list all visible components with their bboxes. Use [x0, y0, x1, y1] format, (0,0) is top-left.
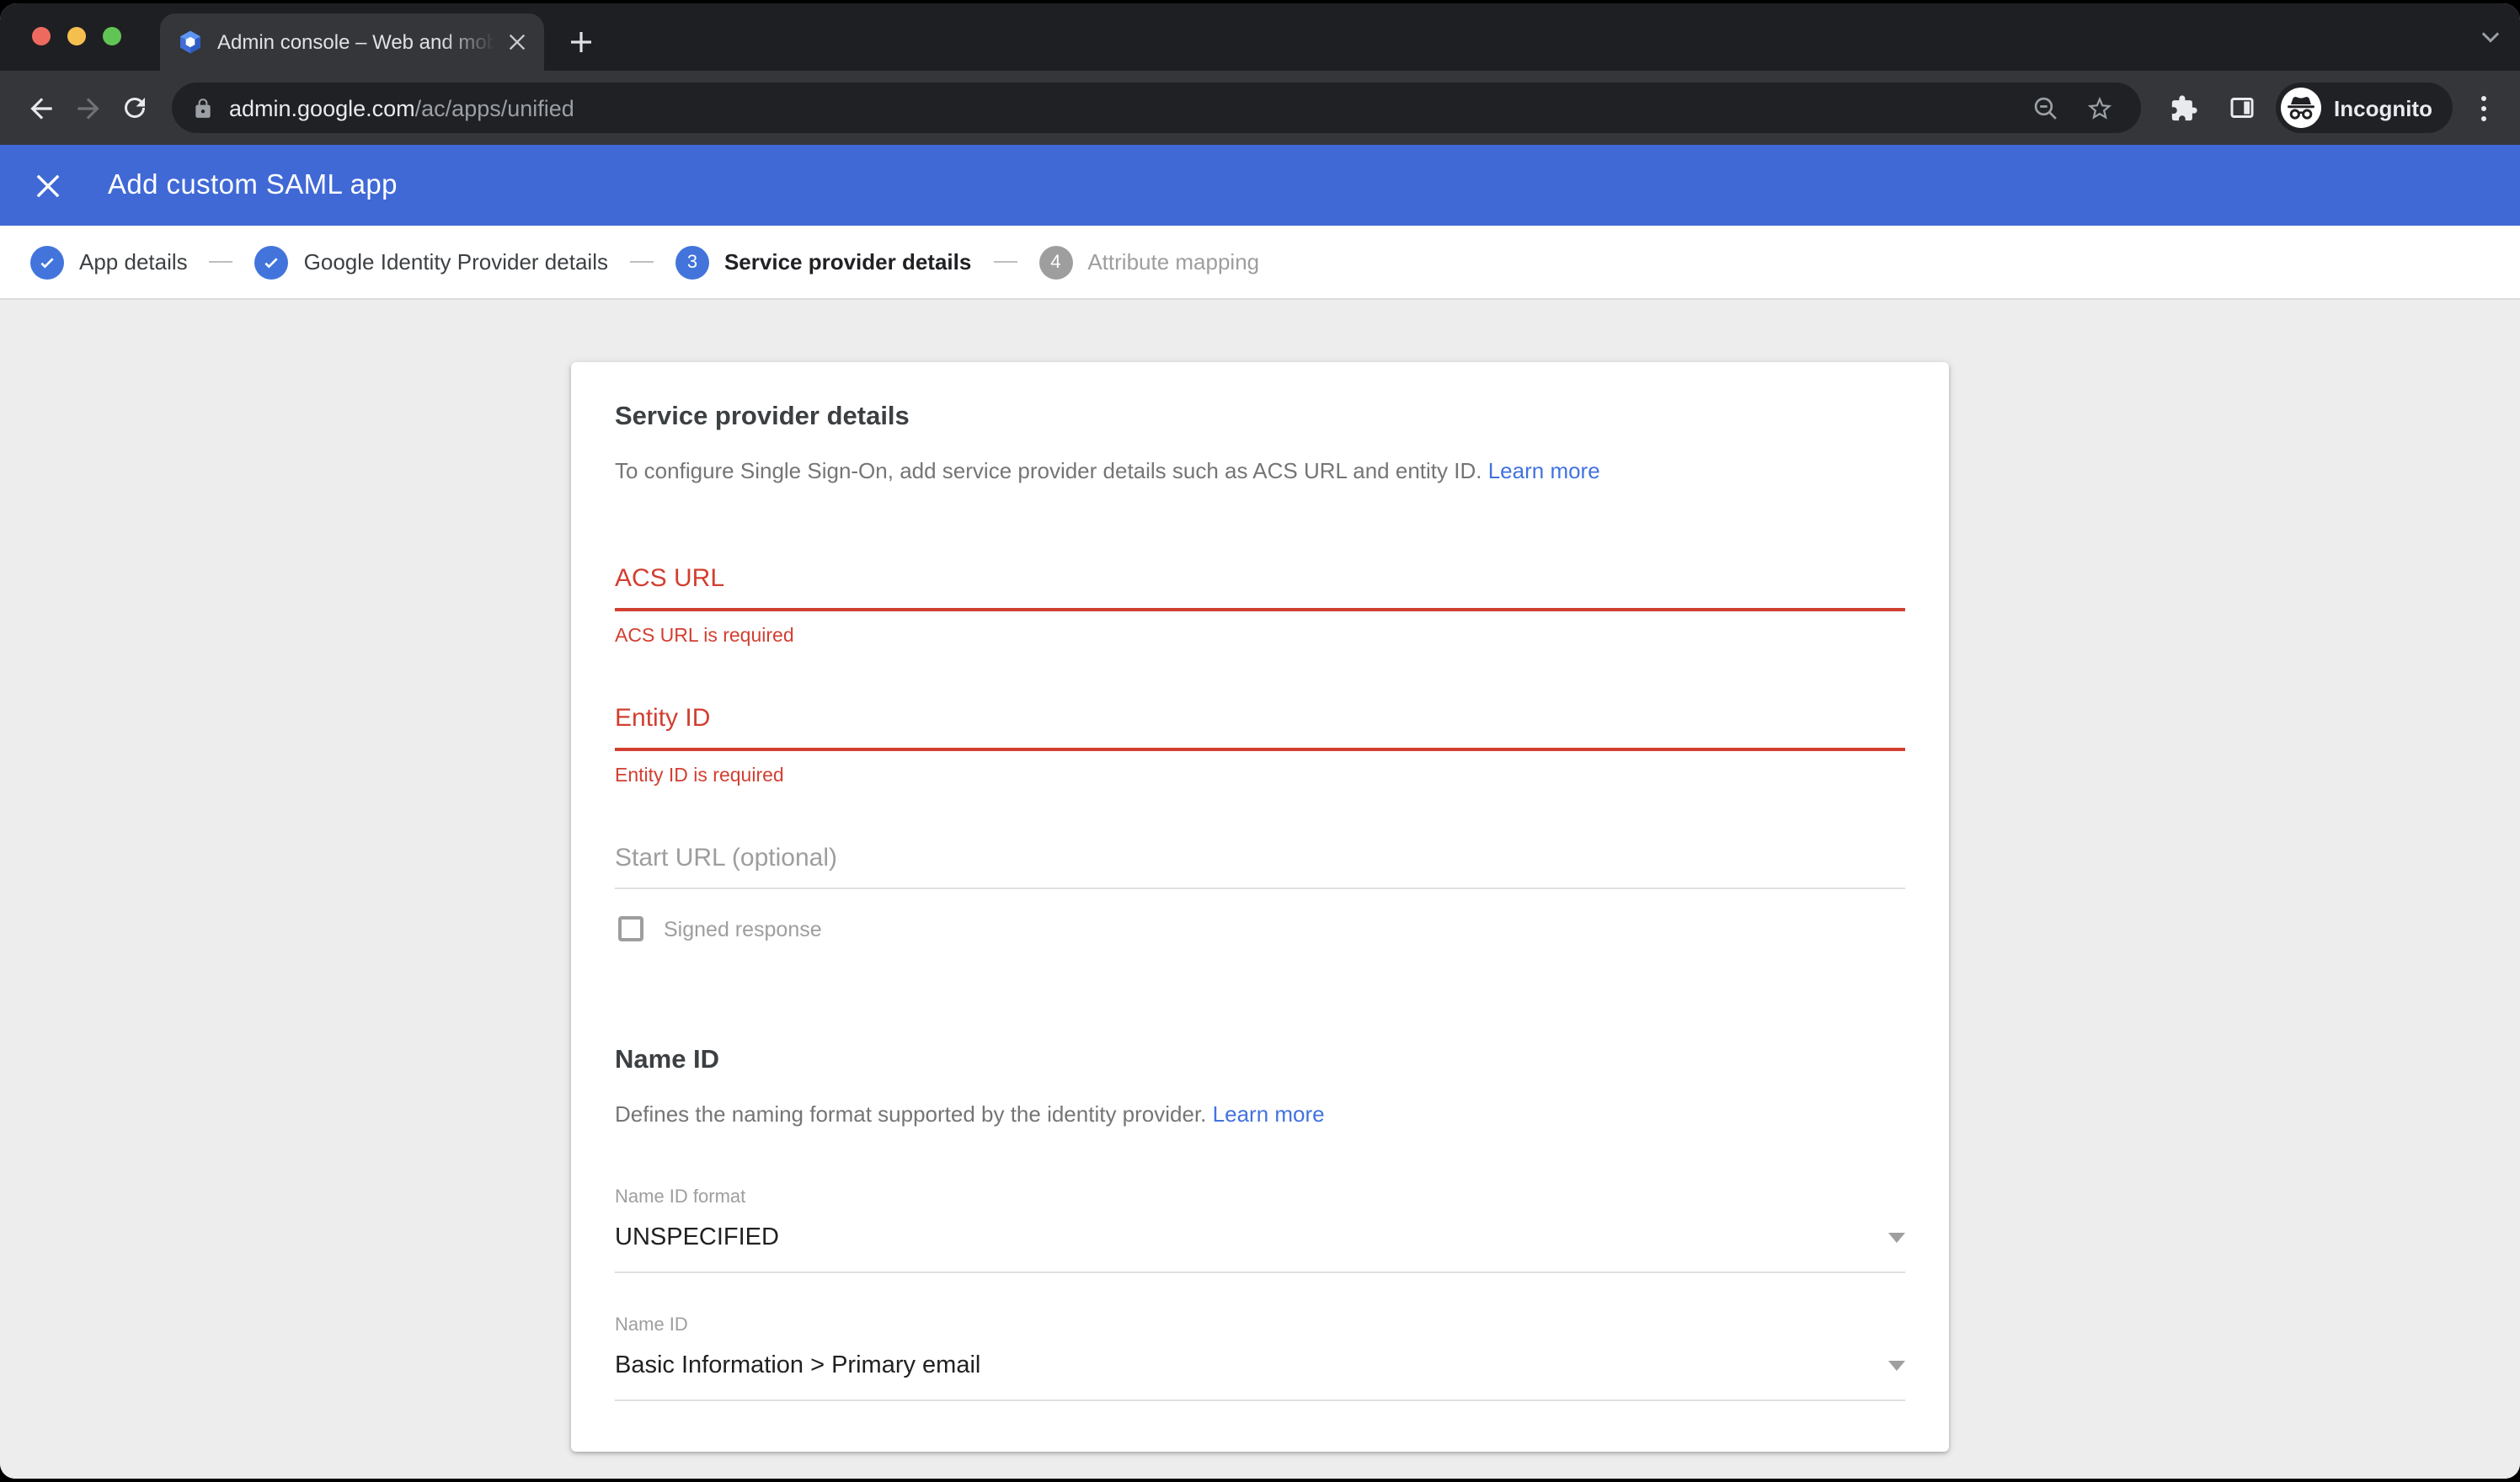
incognito-label: Incognito	[2334, 95, 2432, 120]
name-id-format-value: UNSPECIFIED	[615, 1224, 779, 1251]
service-provider-card: Service provider details To configure Si…	[571, 362, 1949, 1452]
extensions-puzzle-icon[interactable]	[2160, 84, 2208, 131]
dropdown-caret-icon	[1888, 1361, 1905, 1371]
incognito-profile-badge[interactable]: Incognito	[2275, 83, 2453, 133]
bookmark-star-icon[interactable]	[2080, 88, 2120, 128]
entity-id-error: Entity ID is required	[615, 766, 1905, 786]
signed-response-checkbox[interactable]	[618, 916, 643, 941]
wizard-stepper: App details Google Identity Provider det…	[0, 226, 2520, 300]
name-id-description: Defines the naming format supported by t…	[615, 1101, 1905, 1127]
step-label: Service provider details	[724, 249, 971, 275]
field-underline	[615, 608, 1905, 611]
field-underline	[615, 1271, 1905, 1273]
screen: Admin console – Web and mob	[0, 3, 2520, 1482]
field-underline	[615, 1399, 1905, 1401]
browser-window: Admin console – Web and mob	[0, 3, 2520, 1479]
window-controls	[32, 27, 121, 45]
step-label: Attribute mapping	[1087, 249, 1259, 275]
learn-more-link[interactable]: Learn more	[1488, 458, 1600, 483]
address-bar[interactable]: admin.google.com/ac/apps/unified	[172, 83, 2140, 133]
step-connector	[630, 261, 654, 264]
step-label: App details	[79, 249, 188, 275]
name-id-value: Basic Information > Primary email	[615, 1352, 980, 1379]
dialog-content: Service provider details To configure Si…	[0, 300, 2520, 1479]
url-text: admin.google.com/ac/apps/unified	[229, 95, 2012, 120]
reload-icon[interactable]	[111, 84, 158, 131]
step-service-provider-details[interactable]: 3 Service provider details	[675, 245, 971, 279]
acs-url-error: ACS URL is required	[615, 626, 1905, 647]
close-icon[interactable]	[30, 168, 64, 202]
admin-console-favicon	[177, 29, 204, 56]
dialog-title: Add custom SAML app	[108, 169, 398, 201]
signed-response-row[interactable]: Signed response	[618, 916, 1905, 941]
description-text: To configure Single Sign-On, add service…	[615, 458, 1482, 483]
name-id-select[interactable]: Name ID Basic Information > Primary emai…	[615, 1315, 1905, 1401]
entity-id-label: Entity ID	[615, 704, 1905, 733]
tab-strip: Admin console – Web and mob	[0, 3, 2520, 71]
lock-icon	[192, 97, 214, 119]
step-attribute-mapping: 4 Attribute mapping	[1038, 245, 1259, 279]
back-icon[interactable]	[17, 84, 64, 131]
step-connector	[210, 261, 233, 264]
section-description: To configure Single Sign-On, add service…	[615, 458, 1905, 483]
forward-icon[interactable]	[64, 84, 111, 131]
tab-search-chevron-icon[interactable]	[2476, 24, 2503, 51]
side-panel-icon[interactable]	[2218, 84, 2265, 131]
step-app-details[interactable]: App details	[30, 245, 188, 279]
signed-response-label: Signed response	[664, 917, 822, 941]
field-underline	[615, 748, 1905, 751]
acs-url-label: ACS URL	[615, 564, 1905, 593]
browser-tab-active[interactable]: Admin console – Web and mob	[160, 13, 544, 71]
window-close-button[interactable]	[32, 27, 51, 45]
window-minimize-button[interactable]	[67, 27, 86, 45]
step-number: 3	[675, 245, 709, 279]
window-zoom-button[interactable]	[103, 27, 121, 45]
tab-title: Admin console – Web and mob	[217, 30, 504, 54]
step-number: 4	[1038, 245, 1072, 279]
name-id-format-label: Name ID format	[615, 1187, 1905, 1207]
acs-url-field[interactable]: ACS URL ACS URL is required	[615, 564, 1905, 647]
entity-id-field[interactable]: Entity ID Entity ID is required	[615, 704, 1905, 786]
name-id-title: Name ID	[615, 1046, 1905, 1076]
browser-toolbar: admin.google.com/ac/apps/unified	[0, 71, 2520, 145]
tab-close-icon[interactable]	[504, 29, 531, 56]
dropdown-caret-icon	[1888, 1233, 1905, 1243]
field-underline	[615, 888, 1905, 889]
url-path: /ac/apps/unified	[415, 95, 574, 120]
step-check-icon	[255, 245, 289, 279]
url-host: admin.google.com	[229, 95, 415, 120]
description-text: Defines the naming format supported by t…	[615, 1101, 1206, 1127]
step-label: Google Identity Provider details	[304, 249, 608, 275]
section-title: Service provider details	[615, 402, 1905, 433]
browser-menu-icon[interactable]	[2463, 88, 2503, 128]
start-url-field[interactable]: Start URL (optional)	[615, 844, 1905, 889]
incognito-icon	[2280, 88, 2320, 128]
dialog-header: Add custom SAML app	[0, 145, 2520, 226]
toolbar-actions: Incognito	[2160, 83, 2503, 133]
zoom-out-icon[interactable]	[2026, 88, 2066, 128]
name-id-label: Name ID	[615, 1315, 1905, 1335]
new-tab-icon[interactable]	[558, 19, 605, 66]
step-check-icon	[30, 245, 64, 279]
start-url-placeholder: Start URL (optional)	[615, 844, 1905, 872]
step-google-idp-details[interactable]: Google Identity Provider details	[255, 245, 608, 279]
name-id-format-select[interactable]: Name ID format UNSPECIFIED	[615, 1187, 1905, 1273]
learn-more-link[interactable]: Learn more	[1213, 1101, 1325, 1127]
step-connector	[993, 261, 1017, 264]
